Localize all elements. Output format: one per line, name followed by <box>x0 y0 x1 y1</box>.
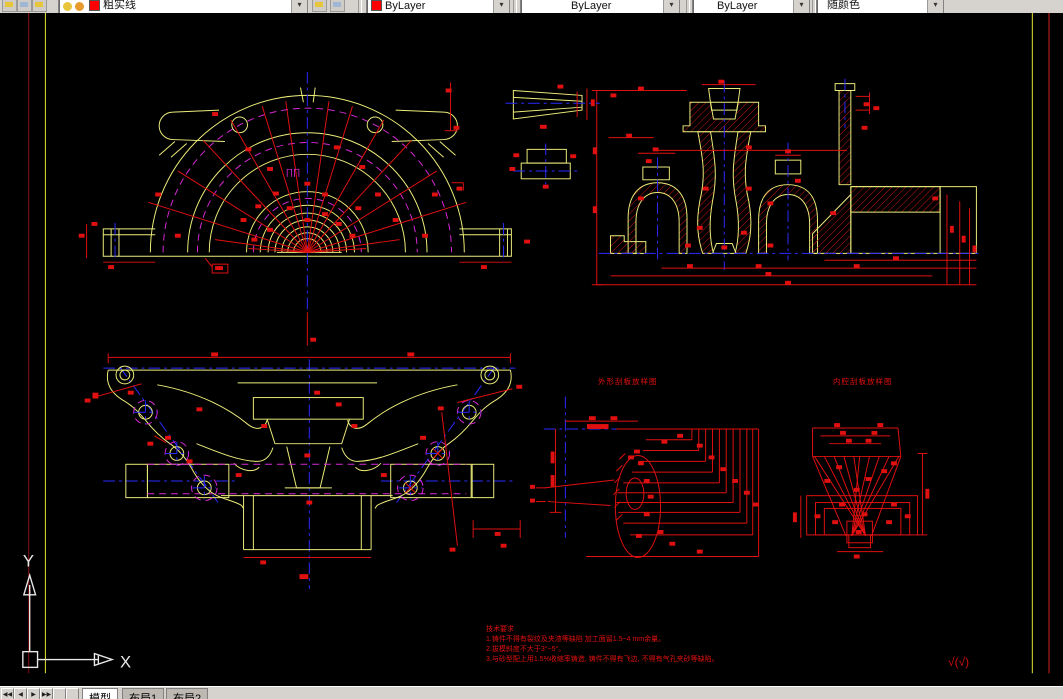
notes-title: 技术要求 <box>486 626 514 633</box>
lineweight-dropdown-arrow[interactable]: ▾ <box>793 0 809 13</box>
cad-application-window: 粗实线 ▾ ByLayer ▾ ByLayer ▾ ByLayer ▾ 随颜色 … <box>0 0 1063 699</box>
plan-dim-text-blobs <box>84 352 523 580</box>
plotstyle-dropdown-arrow[interactable]: ▾ <box>927 0 943 13</box>
linetype-dropdown-arrow[interactable]: ▾ <box>663 0 679 13</box>
toolbar-separator <box>513 0 517 13</box>
core-print-detail-tapered <box>505 84 600 129</box>
tab-nav-extra-button[interactable] <box>53 688 66 699</box>
section-view <box>591 78 980 286</box>
current-linetype-value: ByLayer <box>571 0 612 12</box>
ucs-icon: Y X <box>22 551 131 671</box>
tab-model[interactable]: 模型 <box>82 688 118 699</box>
properties-toolbar: 粗实线 ▾ ByLayer ▾ ByLayer ▾ ByLayer ▾ 随颜色 … <box>0 0 1063 14</box>
layer-previous-icon[interactable] <box>312 0 327 12</box>
current-plotstyle-value: 随颜色 <box>827 0 860 11</box>
current-color-swatch <box>371 0 382 11</box>
template-diagram-left <box>530 396 760 558</box>
section-dim-text-blobs <box>592 79 977 285</box>
tab-nav-next-button[interactable]: ▶ <box>27 688 40 699</box>
template-left-dim-blobs <box>530 416 759 554</box>
surface-finish-symbol: √(√) <box>948 655 970 669</box>
front-view-bearing-housing: ∏∏ <box>78 71 531 346</box>
layout-tab-bar: ◀◀ ◀ ▶ ▶▶ 模型 布局1 布局2 <box>0 686 1063 699</box>
linetype-control-dropdown[interactable]: ByLayer ▾ <box>520 0 680 13</box>
color-dropdown-arrow[interactable]: ▾ <box>493 0 509 13</box>
core-print-detail-stacked <box>509 143 579 189</box>
technical-notes: 技术要求 1.铸件不得有裂纹及夹渣等缺陷 加工面留1.5~4 mm余量。 2.拔… <box>486 625 719 665</box>
tab-nav-prev-button[interactable]: ◀ <box>14 688 27 699</box>
template-diagram-right <box>792 423 930 559</box>
tab-nav-first-button[interactable]: ◀◀ <box>1 688 14 699</box>
current-lineweight-value: ByLayer <box>717 0 758 12</box>
tab-layout2[interactable]: 布局2 <box>166 688 209 699</box>
lineweight-control-dropdown[interactable]: ByLayer ▾ <box>692 0 810 13</box>
layer-thaw-sun-icon <box>75 2 84 11</box>
layer-dropdown[interactable]: 粗实线 ▾ <box>58 0 308 13</box>
layer-states-icon[interactable] <box>17 0 32 12</box>
current-layer-name: 粗实线 <box>103 0 136 11</box>
model-space-canvas[interactable]: .y{stroke:#eded7a;stroke-width:1;fill:no… <box>0 13 1063 686</box>
notes-line-3: 3.与砂型配上用1.5%收缩率铸造, 铸件不得有飞边, 不得有气孔夹砂等缺陷。 <box>486 656 719 663</box>
notes-line-2: 2.拔模斜度不大于3°~5°。 <box>486 646 566 653</box>
color-control-dropdown[interactable]: ByLayer ▾ <box>366 0 510 13</box>
drawing-svg: .y{stroke:#eded7a;stroke-width:1;fill:no… <box>22 13 1050 674</box>
tab-nav-last-button[interactable]: ▶▶ <box>40 688 53 699</box>
notes-line-1: 1.铸件不得有裂纹及夹渣等缺陷 加工面留1.5~4 mm余量。 <box>486 636 666 643</box>
make-layer-current-icon[interactable] <box>32 0 47 12</box>
ucs-x-label: X <box>120 652 131 671</box>
front-view-dim-text-blobs <box>78 88 531 342</box>
plan-bolt-holes <box>115 365 500 502</box>
layers-manager-icon[interactable] <box>2 0 17 12</box>
layer-dropdown-arrow[interactable]: ▾ <box>291 0 307 13</box>
tab-nav-extra-button2[interactable] <box>66 688 79 699</box>
toolbar-separator <box>358 0 362 13</box>
plotstyle-control-dropdown[interactable]: 随颜色 ▾ <box>816 0 944 13</box>
layer-isolate-icon[interactable] <box>330 0 345 12</box>
ucs-y-label: Y <box>23 551 34 570</box>
template-left-title: 外形刮板放样图 <box>598 377 658 386</box>
toolbar-separator <box>686 0 690 13</box>
template-right-title: 内腔刮板放样图 <box>833 377 893 386</box>
plan-view <box>84 352 523 589</box>
tab-layout1[interactable]: 布局1 <box>122 688 165 699</box>
layer-on-bulb-icon <box>63 2 72 11</box>
layer-color-swatch <box>89 0 100 11</box>
current-color-value: ByLayer <box>385 0 426 12</box>
parting-line-mark: ∏∏ <box>286 167 301 177</box>
